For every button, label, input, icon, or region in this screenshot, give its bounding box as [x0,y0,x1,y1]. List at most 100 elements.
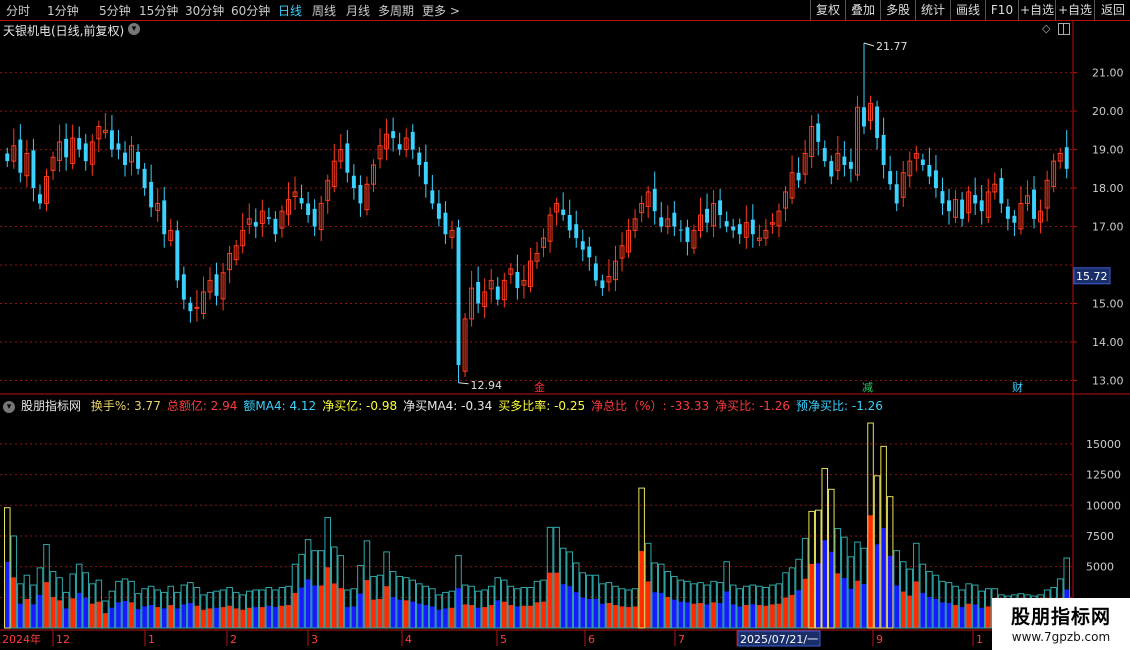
date-label: 2024年 [2,632,41,646]
candle-body [999,178,1004,204]
date-label: 7 [678,633,685,646]
date-label: 5 [500,633,507,646]
indicator-value-5: 买多比率: -0.25 [498,399,586,413]
indicator-name[interactable]: 股朋指标网 [21,399,81,413]
candle-body [796,172,801,181]
candle-body [933,170,938,189]
indicator-value-6: 净总比（%）: -33.33 [591,399,710,413]
candle-body [1064,147,1069,169]
candle-body [476,281,481,304]
candle-body [149,181,154,208]
volume-tick-label: 12500 [1086,469,1121,482]
volume-tick-label: 7500 [1086,530,1114,543]
candle-body [678,229,683,231]
candle-body [567,215,572,231]
date-label: 1 [976,633,983,646]
event-marker: 减 [862,381,873,394]
candle-body [116,143,121,150]
candle-body [574,224,579,239]
candle-body [31,150,36,189]
candle-body [266,217,271,219]
candle-body [927,164,932,177]
candle-body [18,139,23,173]
candle-body [391,131,396,139]
price-annotations: 21.77 12.94 金 减 财 [458,40,1023,394]
candlestick-series [5,43,1069,383]
indicator-header: ▾ 股朋指标网 换手%: 3.77 总额亿: 2.94 额MA4: 4.12 净买亿: … [3,397,895,414]
volume-tick-label: 15000 [1086,438,1121,451]
candle-body [600,280,605,289]
watermark-title: 股朋指标网 [1010,606,1111,628]
candle-body [142,168,147,189]
price-tick-label: 21.00 [1092,67,1124,80]
candle-body [894,184,899,204]
indicator-value-8: 预净买比: -1.26 [796,399,883,413]
candle-body [64,138,69,158]
event-marker: 财 [1012,380,1023,394]
current-price-label: 15.72 [1076,270,1108,283]
candle-body [253,221,258,227]
candle-body [737,224,742,235]
indicator-value-4: 净买MA4: -0.34 [403,399,493,413]
candle-body [436,203,441,219]
watermark-logo: 股朋指标网 www.7gpzb.com [992,598,1130,650]
price-tick-label: 13.00 [1092,374,1124,387]
price-tick-label: 18.00 [1092,182,1124,195]
chevron-down-icon[interactable]: ▾ [3,401,15,413]
candle-body [306,203,311,215]
event-marker: 金 [534,380,545,394]
volume-tick-label: 10000 [1086,499,1121,512]
candle-body [358,184,363,204]
candle-body [718,200,723,215]
diamond-icon[interactable]: ◇ [1042,22,1050,35]
candle-body [848,161,853,169]
candle-body [175,230,180,281]
candle-body [5,153,10,162]
chevron-down-icon[interactable]: ▾ [128,23,140,35]
high-label: 21.77 [876,40,908,53]
candle-body [580,241,585,250]
candle-body [351,175,356,189]
high-pointer [863,42,875,47]
indicator-value-0: 换手%: 3.77 [90,399,161,413]
low-pointer [458,382,469,385]
price-tick-label: 15.00 [1092,298,1124,311]
candle-body [875,106,880,139]
kline-chart[interactable]: 21.00 20.00 19.00 18.00 17.00 15.00 14.00 13.00… [0,0,1130,650]
candle-body [430,190,435,204]
candle-body [829,161,834,177]
candle-body [312,208,317,227]
candle-body [659,217,664,227]
candle-body [960,199,965,219]
date-axis: 2024年 12 1 2 3 4 5 6 7 2025/07/21/一 9 1 [2,630,983,647]
indicator-value-2: 额MA4: 4.12 [243,399,317,413]
candle-body [561,209,566,215]
candle-body [456,227,461,366]
window-split-icon[interactable] [1058,23,1070,35]
candle-body [685,227,690,242]
candle-body [862,107,866,127]
candle-body [652,188,657,212]
price-tick-label: 19.00 [1092,144,1124,157]
candle-body [214,274,219,296]
indicator-value-7: 净买比: -1.26 [715,399,791,413]
candle-body [1012,215,1017,223]
candle-body [495,286,500,300]
candle-body [947,200,951,212]
candle-body [1032,189,1036,219]
date-label: 9 [876,633,883,646]
candle-body [973,194,978,204]
date-label: 3 [311,633,318,646]
candle-body [881,134,886,165]
candle-body [593,263,598,281]
candle-body [816,123,821,142]
candle-body [345,143,350,173]
candle-body [417,152,422,165]
candle-body [940,191,945,204]
candle-body [299,198,304,204]
candle-body [136,151,141,169]
candle-body [397,144,402,150]
date-label: 6 [588,633,595,646]
date-label: 12 [56,633,70,646]
watermark-url: www.7gpzb.com [1011,630,1111,644]
